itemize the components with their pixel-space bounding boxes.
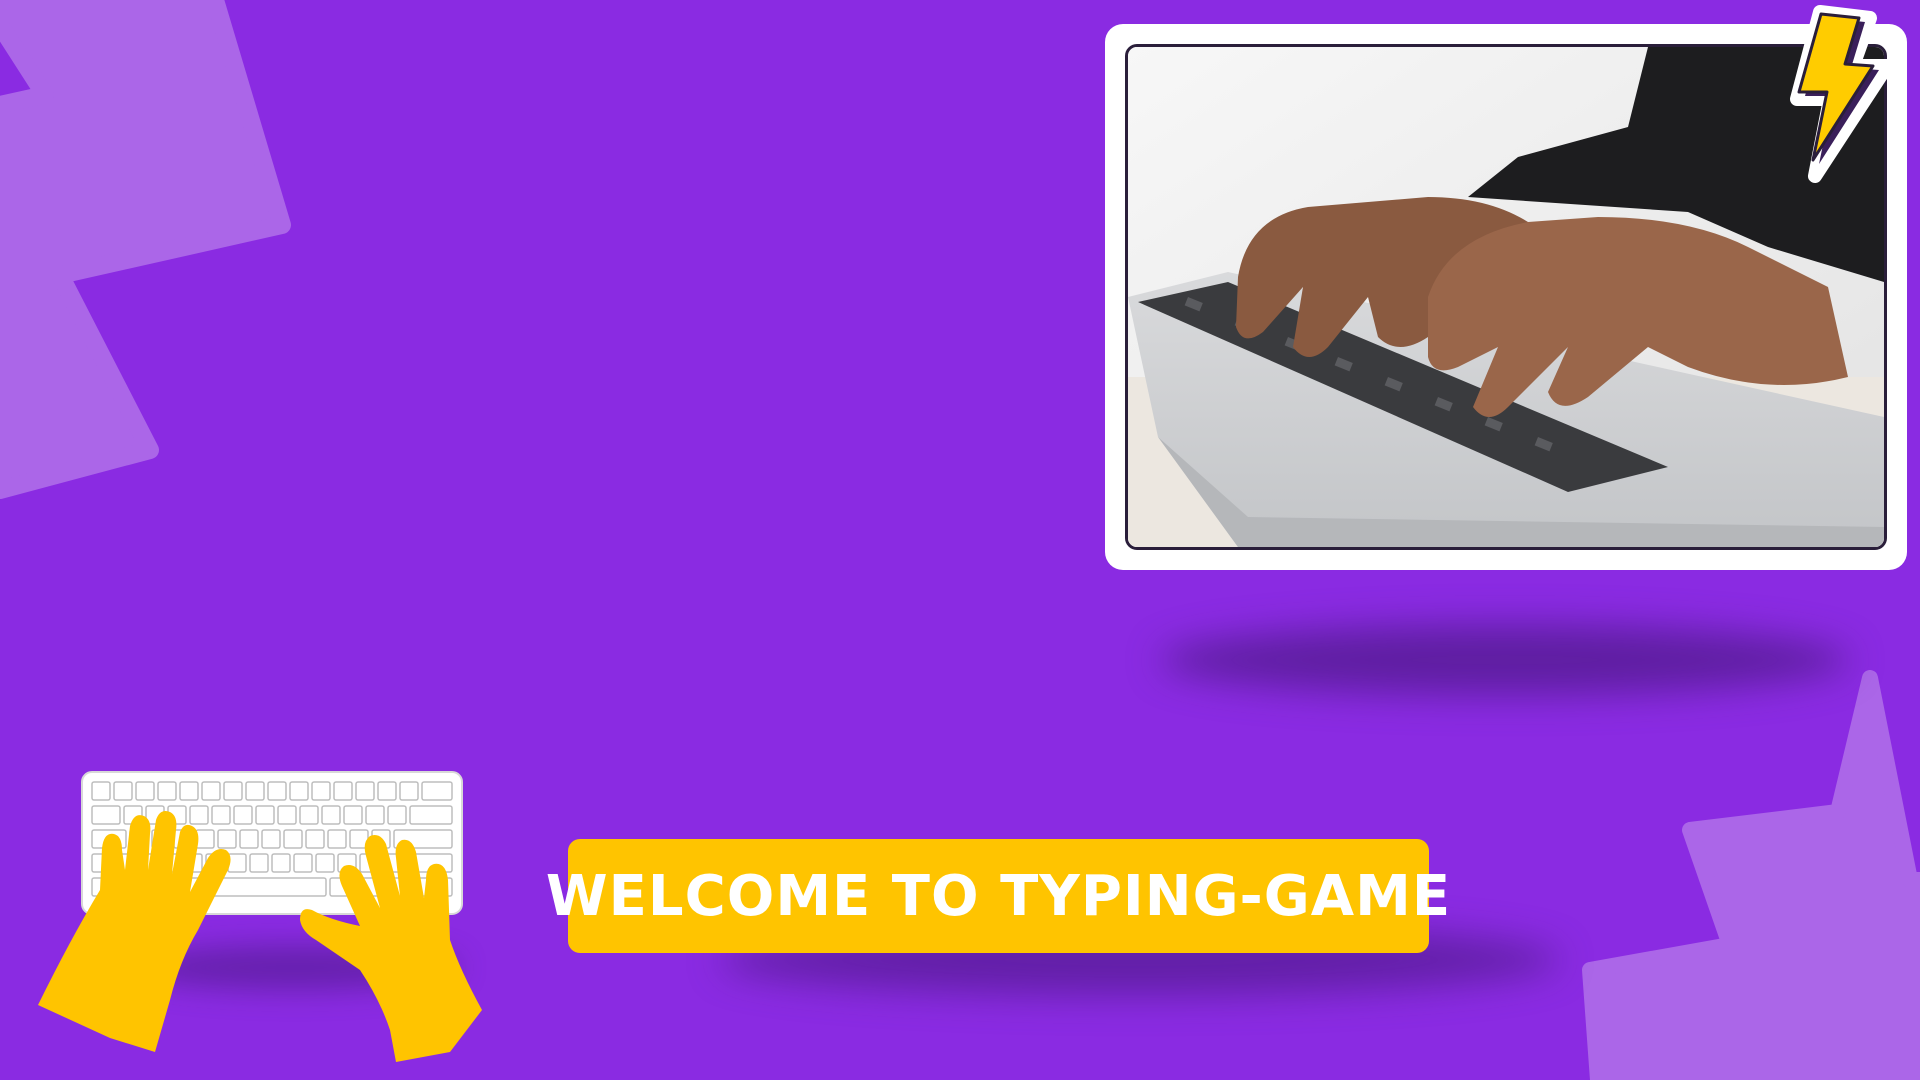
zigzag-decoration-bottom-right bbox=[1582, 670, 1920, 1080]
hands-typing-on-laptop-photo bbox=[1125, 44, 1887, 550]
welcome-screen: WELCOME TO TYPING-GAME bbox=[0, 0, 1920, 1080]
photo-shadow bbox=[1160, 625, 1850, 695]
keyboard-with-hands-illustration bbox=[38, 771, 482, 1062]
lightning-bolt-icon bbox=[1790, 5, 1894, 183]
zigzag-decoration-top-left bbox=[0, 0, 291, 499]
welcome-banner: WELCOME TO TYPING-GAME bbox=[546, 839, 1450, 953]
welcome-title: WELCOME TO TYPING-GAME bbox=[545, 863, 1452, 929]
